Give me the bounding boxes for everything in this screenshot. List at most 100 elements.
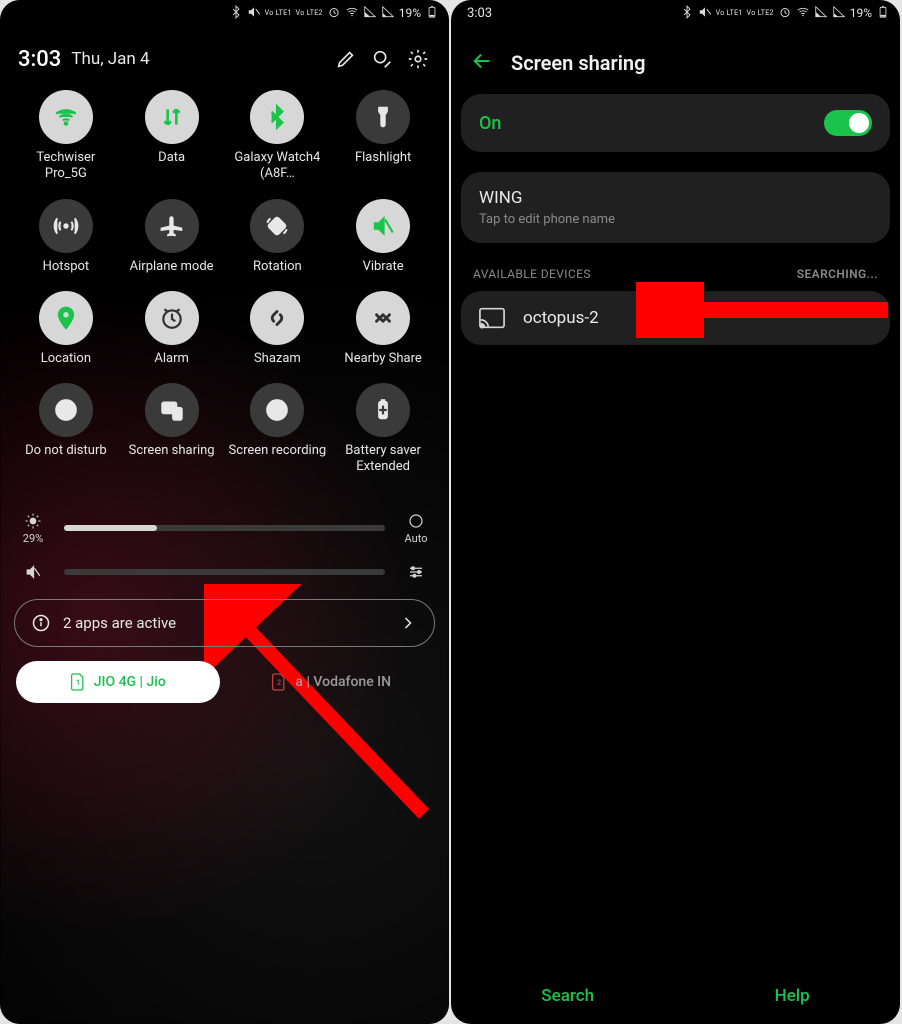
help-button[interactable]: Help <box>775 986 810 1006</box>
tile-shazam[interactable]: Shazam <box>228 291 328 367</box>
signal1-icon <box>814 5 828 22</box>
wifi-icon <box>796 5 810 22</box>
on-label: On <box>479 113 501 134</box>
tile-label: Battery saver Extended <box>333 443 433 476</box>
sim-icon: 2 <box>271 672 287 692</box>
qs-time: 3:03 <box>18 47 61 72</box>
sim2-button[interactable]: 2 a | Vodafone IN <box>230 661 434 703</box>
tile-label: Hotspot <box>43 259 90 275</box>
on-toggle-card[interactable]: On <box>461 94 890 152</box>
tile-alarm[interactable]: Alarm <box>122 291 222 367</box>
bluetooth-icon <box>680 5 694 22</box>
device-name: octopus-2 <box>523 308 599 328</box>
status-bar: Vo LTE1 Vo LTE2 19% <box>0 0 449 26</box>
mute-icon <box>247 5 261 22</box>
qs-date: Thu, Jan 4 <box>71 49 149 69</box>
tile-flashlight[interactable]: Flashlight <box>333 90 433 183</box>
search-icon[interactable] <box>369 46 395 72</box>
bluetooth-icon <box>229 5 243 22</box>
battery-pct: 19% <box>850 6 872 20</box>
volume-slider-row <box>16 563 433 581</box>
status-time: 3:03 <box>461 6 492 21</box>
volte2-indicator: Vo LTE2 <box>747 10 774 17</box>
info-icon <box>31 613 51 633</box>
alarm-icon <box>778 5 792 22</box>
tile-label: Nearby Share <box>344 351 421 367</box>
tile-bluetooth[interactable]: Galaxy Watch4 (A8F… <box>228 90 328 183</box>
volume-mute-icon <box>16 563 50 581</box>
qs-header: 3:03 Thu, Jan 4 <box>14 36 435 90</box>
phone-name: WING <box>479 188 522 208</box>
quick-settings-panel: Vo LTE1 Vo LTE2 19% 3:03 Thu, Jan 4 Tech… <box>0 0 449 1024</box>
cast-icon <box>479 307 505 329</box>
brightness-pct: 29% <box>23 532 43 545</box>
active-apps-pill[interactable]: 2 apps are active <box>14 599 435 647</box>
screen-sharing-panel: 3:03 Vo LTE1 Vo LTE2 19% Screen sharing … <box>451 0 900 1024</box>
tile-nearby-share[interactable]: Nearby Share <box>333 291 433 367</box>
available-devices-header: AVAILABLE DEVICES SEARCHING... <box>451 263 900 291</box>
quick-tiles-grid: Techwiser Pro_5G Data Galaxy Watch4 (A8F… <box>14 90 435 476</box>
brightness-slider-row: 29% Auto <box>16 512 433 545</box>
back-icon[interactable] <box>471 50 493 76</box>
tile-airplane[interactable]: Airplane mode <box>122 199 222 275</box>
sim1-label: JIO 4G | Jio <box>94 674 166 690</box>
brightness-icon: 29% <box>16 512 50 545</box>
tile-label: Galaxy Watch4 (A8F… <box>228 150 328 183</box>
tile-hotspot[interactable]: Hotspot <box>16 199 116 275</box>
tile-dnd[interactable]: Do not disturb <box>16 383 116 476</box>
tile-label: Screen sharing <box>129 443 215 459</box>
phone-name-card[interactable]: WING Tap to edit phone name <box>461 172 890 243</box>
tile-label: Alarm <box>154 351 189 367</box>
tile-label: Techwiser Pro_5G <box>16 150 116 183</box>
tile-data[interactable]: Data <box>122 90 222 183</box>
status-bar: 3:03 Vo LTE1 Vo LTE2 19% <box>451 0 900 26</box>
tile-screen-recording[interactable]: Screen recording <box>228 383 328 476</box>
tile-label: Screen recording <box>229 443 327 459</box>
bottom-actions: Search Help <box>451 986 900 1006</box>
section-label: AVAILABLE DEVICES <box>473 267 591 281</box>
toggle-switch[interactable] <box>824 110 872 136</box>
battery-icon <box>425 5 439 22</box>
screen-sharing-header: Screen sharing <box>451 26 900 94</box>
volte1-indicator: Vo LTE1 <box>716 10 743 17</box>
brightness-slider[interactable] <box>64 525 385 531</box>
signal1-icon <box>363 5 377 22</box>
tile-label: Rotation <box>253 259 302 275</box>
tile-label: Location <box>41 351 91 367</box>
volte2-indicator: Vo LTE2 <box>296 10 323 17</box>
tile-wifi[interactable]: Techwiser Pro_5G <box>16 90 116 183</box>
tile-label: Data <box>158 150 185 166</box>
edit-icon[interactable] <box>333 46 359 72</box>
sim1-button[interactable]: 1 JIO 4G | Jio <box>16 661 220 703</box>
signal2-icon <box>381 5 395 22</box>
tile-label: Flashlight <box>355 150 411 166</box>
tile-battery-saver[interactable]: Battery saver Extended <box>333 383 433 476</box>
tile-location[interactable]: Location <box>16 291 116 367</box>
alarm-icon <box>327 5 341 22</box>
auto-brightness-toggle[interactable]: Auto <box>399 512 433 545</box>
tile-label: Do not disturb <box>25 443 107 459</box>
search-button[interactable]: Search <box>541 986 594 1006</box>
svg-text:2: 2 <box>277 678 281 687</box>
phone-name-hint: Tap to edit phone name <box>479 212 615 227</box>
battery-pct: 19% <box>399 6 421 20</box>
sim2-label: a | Vodafone IN <box>295 674 391 690</box>
signal2-icon <box>832 5 846 22</box>
mute-icon <box>698 5 712 22</box>
wifi-icon <box>345 5 359 22</box>
searching-status: SEARCHING... <box>797 267 878 281</box>
page-title: Screen sharing <box>511 51 645 75</box>
tile-label: Vibrate <box>363 259 404 275</box>
settings-icon[interactable] <box>405 46 431 72</box>
volume-slider[interactable] <box>64 569 385 575</box>
volte1-indicator: Vo LTE1 <box>265 10 292 17</box>
device-item[interactable]: octopus-2 <box>461 291 890 345</box>
tile-vibrate[interactable]: Vibrate <box>333 199 433 275</box>
sound-settings-icon[interactable] <box>399 563 433 581</box>
tile-label: Airplane mode <box>130 259 214 275</box>
sim-row: 1 JIO 4G | Jio 2 a | Vodafone IN <box>14 647 435 713</box>
tile-label: Shazam <box>254 351 301 367</box>
svg-text:1: 1 <box>76 678 80 687</box>
tile-rotation[interactable]: Rotation <box>228 199 328 275</box>
tile-screen-sharing[interactable]: Screen sharing <box>122 383 222 476</box>
